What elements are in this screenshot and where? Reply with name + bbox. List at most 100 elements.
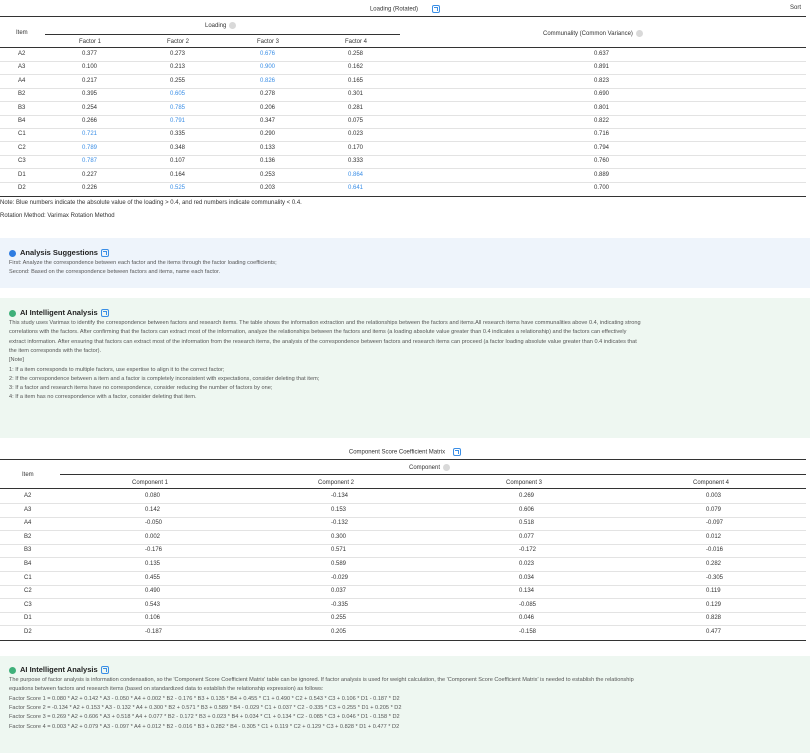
coefficient-cell: -0.050 (145, 520, 163, 527)
row-item-label: A2 (24, 493, 32, 499)
loading-cell: 0.266 (82, 118, 98, 124)
communality-cell: 0.690 (594, 91, 610, 98)
loading-cell: 0.273 (170, 51, 186, 57)
copy-icon[interactable] (100, 309, 109, 318)
loading-cell: 0.290 (260, 131, 276, 138)
row-item-label: B3 (18, 104, 26, 111)
loading-cell: 0.170 (348, 144, 364, 151)
row-item-label: C2 (24, 588, 32, 595)
coefficient-cell: -0.016 (706, 547, 724, 554)
row-item-label: B2 (18, 91, 26, 98)
coefficient-cell: 0.023 (519, 561, 535, 567)
component-col-header: Component 4 (693, 480, 730, 486)
coefficient-cell: -0.029 (331, 574, 349, 581)
loading-cell: 0.075 (348, 118, 364, 124)
suggestion-line: First: Analyze the correspondence betwee… (9, 260, 277, 266)
ai-analysis-line: This study uses Varimax to identify the … (9, 320, 641, 326)
communality-cell: 0.889 (594, 171, 610, 178)
suggestion-line: Second: Based on the correspondence betw… (9, 269, 221, 275)
component-underline (60, 474, 806, 475)
loading-cell: 0.133 (260, 144, 276, 151)
row-item-label: C2 (18, 144, 26, 151)
loading-cell: 0.258 (348, 51, 364, 57)
ai-analysis-line: 4: If a item has no correspondence with … (9, 394, 197, 401)
sort-button[interactable]: Sort (790, 5, 801, 11)
ai-analysis-line: 1: If a item corresponds to multiple fac… (9, 366, 225, 373)
ai-analysis-line: the item corresponds with the factor). (9, 347, 102, 354)
coefficient-cell: 0.282 (706, 561, 722, 567)
loading-cell: 0.605 (170, 91, 186, 98)
row-item-label: A2 (18, 51, 26, 57)
coefficient-cell: 0.543 (145, 601, 161, 608)
table1-note: Note: Blue numbers indicate the absolute… (0, 200, 302, 206)
table1-top-border (0, 16, 806, 17)
coefficient-cell: 0.003 (706, 493, 722, 499)
coefficient-cell: -0.158 (519, 629, 537, 635)
row-item-label: C3 (18, 158, 26, 165)
component-header: Component (409, 464, 451, 471)
coefficient-cell: -0.085 (519, 601, 537, 608)
info-icon[interactable] (229, 22, 237, 29)
info-icon[interactable] (635, 30, 643, 37)
loading-cell: 0.335 (170, 131, 186, 138)
info-icon[interactable] (443, 464, 451, 471)
loading-cell: 0.203 (260, 185, 276, 191)
row-divider (0, 154, 806, 156)
row-divider (0, 571, 806, 572)
external-link-icon[interactable] (453, 448, 462, 456)
loading-cell: 0.278 (260, 91, 276, 98)
coefficient-cell: 0.490 (145, 588, 161, 595)
coefficient-cell: 0.518 (519, 520, 535, 527)
ai-analysis-line: Factor Score 4 = 0.003 * A2 + 0.079 * A3… (9, 723, 400, 730)
row-divider (0, 611, 806, 613)
loading-cell: 0.301 (348, 91, 364, 98)
coefficient-cell: -0.097 (706, 520, 724, 527)
coefficient-cell: 0.589 (331, 561, 347, 567)
table1-header-border (0, 47, 806, 48)
coefficient-cell: 0.477 (706, 629, 722, 635)
coefficient-cell: 0.079 (706, 506, 722, 513)
coefficient-cell: -0.176 (145, 547, 163, 554)
rotation-method: Rotation Method: Varimax Rotation Method (0, 213, 115, 219)
row-divider (0, 516, 806, 518)
ai-icon (9, 309, 16, 317)
coefficient-cell: 0.205 (331, 629, 347, 635)
coefficient-cell: -0.335 (331, 601, 349, 608)
loading-cell: 0.676 (260, 51, 276, 57)
factor-header: Factor 3 (257, 39, 280, 45)
row-item-label: A4 (18, 77, 26, 84)
coefficient-cell: 0.080 (145, 493, 161, 499)
loading-cell: 0.023 (348, 131, 364, 138)
table2-bottom-border (0, 640, 806, 641)
row-item-label: D2 (18, 185, 26, 191)
loading-cell: 0.864 (348, 171, 364, 178)
coefficient-cell: 0.455 (145, 574, 161, 581)
ai-analysis-line: Factor Score 2 = -0.134 * A2 + 0.153 * A… (9, 704, 402, 711)
communality-cell: 0.700 (594, 185, 610, 191)
coefficient-cell: 0.135 (145, 561, 161, 567)
loading-cell: 0.785 (170, 104, 186, 111)
row-divider (0, 598, 806, 600)
ai-analysis-title-1: AI Intelligent Analysis (9, 308, 109, 318)
copy-icon[interactable] (100, 666, 109, 675)
row-divider (0, 584, 806, 586)
loading-cell: 0.826 (260, 77, 276, 84)
coefficient-cell: 0.034 (519, 574, 535, 581)
copy-icon[interactable] (100, 249, 109, 258)
external-link-icon[interactable] (432, 5, 441, 13)
row-item-label: D1 (24, 615, 32, 622)
row-item-label: B4 (24, 561, 32, 567)
loading-cell: 0.721 (82, 131, 98, 138)
coefficient-cell: 0.300 (331, 533, 347, 540)
row-item-label: B3 (24, 547, 32, 554)
row-divider (0, 557, 806, 559)
ai-analysis-line: correlations with the factors. After con… (9, 329, 627, 336)
coefficient-cell: 0.129 (706, 601, 722, 608)
coefficient-cell: 0.142 (145, 506, 161, 513)
row-item-label: A3 (18, 64, 26, 71)
row-divider (0, 114, 806, 116)
communality-cell: 0.637 (594, 51, 610, 57)
communality-cell: 0.801 (594, 104, 610, 111)
loading-cell: 0.255 (170, 77, 186, 84)
item-header: Item (22, 472, 34, 478)
